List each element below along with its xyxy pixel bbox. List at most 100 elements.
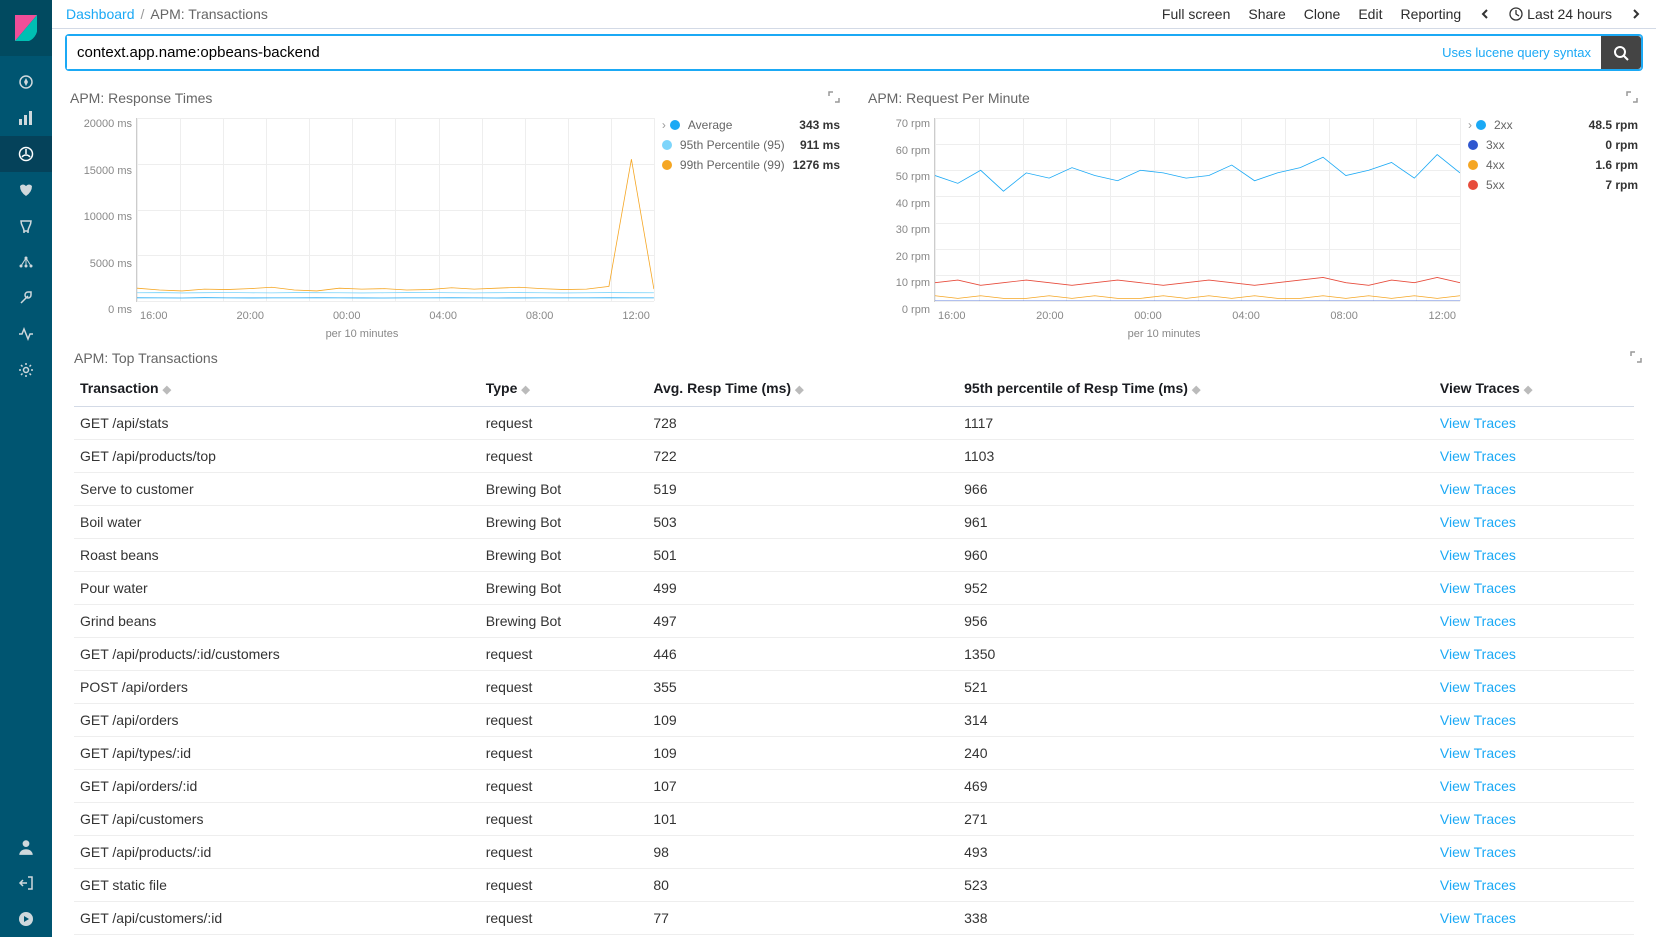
transactions-table: Transaction◆ Type◆ Avg. Resp Time (ms)◆ …: [74, 370, 1634, 935]
cell-p95: 271: [958, 803, 1434, 836]
legend-item[interactable]: ›2xx48.5 rpm: [1468, 118, 1638, 132]
view-traces-link[interactable]: View Traces: [1434, 902, 1634, 935]
nav-logout[interactable]: [0, 865, 52, 901]
nav-devtools[interactable]: [0, 280, 52, 316]
col-transaction[interactable]: Transaction◆: [74, 370, 480, 407]
timerange-label: Last 24 hours: [1527, 6, 1612, 22]
view-traces-link[interactable]: View Traces: [1434, 638, 1634, 671]
legend-item[interactable]: 5xx7 rpm: [1468, 178, 1638, 192]
legend-dot: [1468, 180, 1478, 190]
col-type[interactable]: Type◆: [480, 370, 648, 407]
clone-button[interactable]: Clone: [1304, 6, 1341, 22]
view-traces-link[interactable]: View Traces: [1434, 803, 1634, 836]
view-traces-link[interactable]: View Traces: [1434, 473, 1634, 506]
nav-collapse[interactable]: [0, 901, 52, 937]
cell-type: Brewing Bot: [480, 473, 648, 506]
col-view[interactable]: View Traces◆: [1434, 370, 1634, 407]
x-tick: 20:00: [236, 310, 264, 322]
table-row: POST /api/ordersrequest355521View Traces: [74, 671, 1634, 704]
cell-transaction: GET /api/orders/:id: [74, 770, 480, 803]
expand-icon[interactable]: [1630, 350, 1642, 366]
legend-item[interactable]: ›Average343 ms: [662, 118, 840, 132]
expand-icon[interactable]: [828, 90, 840, 106]
chevron-right-icon[interactable]: ›: [662, 118, 666, 132]
y-tick: 10000 ms: [70, 211, 132, 223]
x-tick: 20:00: [1036, 310, 1064, 322]
view-traces-link[interactable]: View Traces: [1434, 605, 1634, 638]
nav-timelion[interactable]: [0, 172, 52, 208]
nav-monitoring[interactable]: [0, 316, 52, 352]
query-input[interactable]: [67, 36, 1432, 69]
table-row: Boil waterBrewing Bot503961View Traces: [74, 506, 1634, 539]
legend-value: 343 ms: [799, 118, 840, 132]
table-row: GET /api/orders/:idrequest107469View Tra…: [74, 770, 1634, 803]
x-tick: 12:00: [1428, 310, 1456, 322]
breadcrumb: Dashboard / APM: Transactions: [66, 6, 268, 22]
cell-p95: 966: [958, 473, 1434, 506]
nav-discover[interactable]: [0, 64, 52, 100]
cell-transaction: Serve to customer: [74, 473, 480, 506]
search-button[interactable]: [1601, 36, 1641, 69]
view-traces-link[interactable]: View Traces: [1434, 770, 1634, 803]
syntax-hint[interactable]: Uses lucene query syntax: [1432, 37, 1601, 68]
col-avg[interactable]: Avg. Resp Time (ms)◆: [647, 370, 958, 407]
edit-button[interactable]: Edit: [1358, 6, 1382, 22]
view-traces-link[interactable]: View Traces: [1434, 671, 1634, 704]
y-tick: 10 rpm: [868, 277, 930, 289]
cell-avg: 355: [647, 671, 958, 704]
y-tick: 0 rpm: [868, 304, 930, 316]
view-traces-link[interactable]: View Traces: [1434, 407, 1634, 440]
legend-dot: [1476, 120, 1486, 130]
view-traces-link[interactable]: View Traces: [1434, 572, 1634, 605]
breadcrumb-root[interactable]: Dashboard: [66, 6, 135, 22]
share-button[interactable]: Share: [1248, 6, 1285, 22]
clock-icon: [1509, 7, 1523, 21]
kibana-logo[interactable]: [0, 0, 52, 56]
cell-transaction: GET /api/products/top: [74, 440, 480, 473]
chart-response[interactable]: 20000 ms15000 ms10000 ms5000 ms0 ms 16:0…: [70, 110, 654, 340]
view-traces-link[interactable]: View Traces: [1434, 836, 1634, 869]
filterbar: Uses lucene query syntax: [52, 29, 1656, 80]
nav-management[interactable]: [0, 352, 52, 388]
breadcrumb-sep: /: [141, 6, 145, 22]
legend-label: 3xx: [1486, 138, 1505, 152]
chevron-right-icon[interactable]: ›: [1468, 118, 1472, 132]
view-traces-link[interactable]: View Traces: [1434, 737, 1634, 770]
x-tick: 04:00: [1232, 310, 1260, 322]
view-traces-link[interactable]: View Traces: [1434, 506, 1634, 539]
cell-transaction: GET static file: [74, 869, 480, 902]
search-icon: [1613, 45, 1629, 61]
cell-p95: 1103: [958, 440, 1434, 473]
view-traces-link[interactable]: View Traces: [1434, 440, 1634, 473]
reporting-button[interactable]: Reporting: [1400, 6, 1461, 22]
col-p95[interactable]: 95th percentile of Resp Time (ms)◆: [958, 370, 1434, 407]
table-row: GET /api/products/:idrequest98493View Tr…: [74, 836, 1634, 869]
legend-item[interactable]: 95th Percentile (95)911 ms: [662, 138, 840, 152]
chart-requests[interactable]: 70 rpm60 rpm50 rpm40 rpm30 rpm20 rpm10 r…: [868, 110, 1460, 340]
nav-dashboard[interactable]: [0, 136, 52, 172]
nav-user[interactable]: [0, 829, 52, 865]
expand-icon[interactable]: [1626, 90, 1638, 106]
time-prev-button[interactable]: [1479, 8, 1491, 20]
fullscreen-button[interactable]: Full screen: [1162, 6, 1230, 22]
legend-item[interactable]: 99th Percentile (99)1276 ms: [662, 158, 840, 172]
cell-p95: 314: [958, 704, 1434, 737]
cell-type: request: [480, 737, 648, 770]
view-traces-link[interactable]: View Traces: [1434, 869, 1634, 902]
view-traces-link[interactable]: View Traces: [1434, 539, 1634, 572]
cell-type: request: [480, 836, 648, 869]
cell-p95: 1350: [958, 638, 1434, 671]
table-row: Roast beansBrewing Bot501960View Traces: [74, 539, 1634, 572]
cell-avg: 497: [647, 605, 958, 638]
legend-value: 911 ms: [800, 138, 840, 152]
view-traces-link[interactable]: View Traces: [1434, 704, 1634, 737]
legend-item[interactable]: 4xx1.6 rpm: [1468, 158, 1638, 172]
nav-graph[interactable]: [0, 244, 52, 280]
nav-visualize[interactable]: [0, 100, 52, 136]
legend-item[interactable]: 3xx0 rpm: [1468, 138, 1638, 152]
nav-canvas[interactable]: [0, 208, 52, 244]
table-row: GET /api/customers/:idrequest77338View T…: [74, 902, 1634, 935]
timerange-button[interactable]: Last 24 hours: [1509, 6, 1612, 22]
time-next-button[interactable]: [1630, 8, 1642, 20]
topbar: Dashboard / APM: Transactions Full scree…: [52, 0, 1656, 29]
